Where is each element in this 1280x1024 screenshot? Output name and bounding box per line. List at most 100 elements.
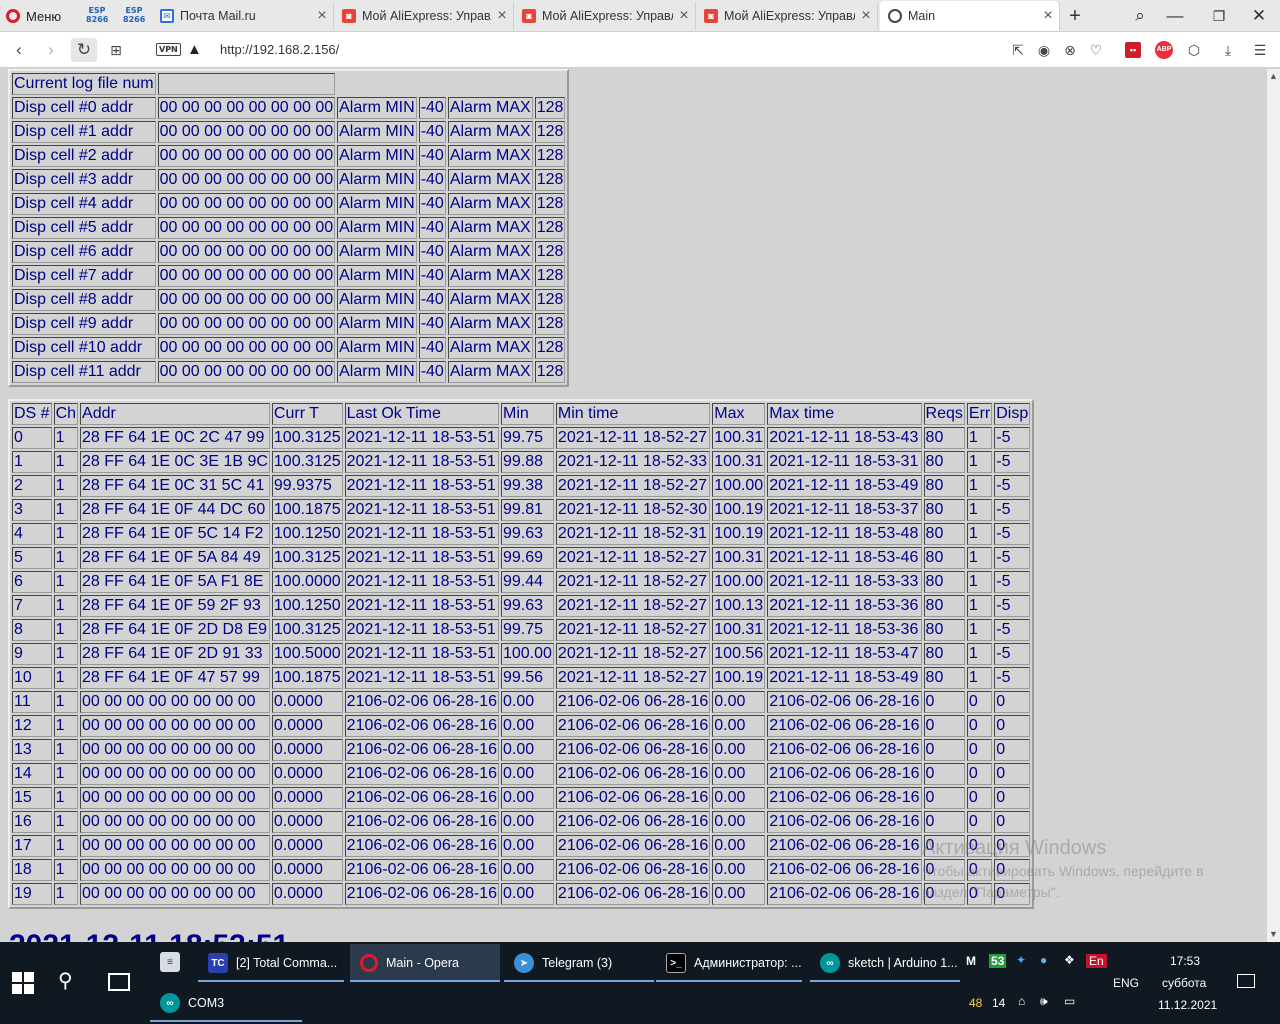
tray-time[interactable]: 17:53 <box>1170 954 1200 968</box>
table-cell: 2021-12-11 18-53-31 <box>767 451 922 473</box>
tray-telegram-icon[interactable]: ● <box>1040 953 1047 967</box>
table-row: 3 1 28 FF 64 1E 0F 44 DC 60 100.1875 2021-12… <box>12 499 1031 521</box>
table-cell: 2106-02-06 06-28-16 <box>767 739 922 761</box>
tray-app-icon[interactable]: M <box>966 954 976 968</box>
table-cell: 2021-12-11 18-52-27 <box>555 571 711 593</box>
taskbar-app-console[interactable]: >_ Администратор: ... <box>656 944 802 982</box>
table-cell: 100.19 <box>712 523 766 545</box>
close-tab-icon[interactable]: × <box>673 7 695 25</box>
tray-date[interactable]: 11.12.2021 <box>1158 998 1217 1012</box>
table-cell: 2106-02-06 06-28-16 <box>555 811 711 833</box>
input-language[interactable]: ENG <box>1113 976 1139 990</box>
close-tab-icon[interactable]: × <box>491 7 513 25</box>
taskbar-app-arduino[interactable]: ∞ sketch | Arduino 1... <box>810 944 960 982</box>
table-cell: 0.00 <box>712 811 766 833</box>
tray-network-icon[interactable]: ✦ <box>1016 953 1026 967</box>
close-tab-icon[interactable]: × <box>311 7 333 25</box>
tab-title: Мой AliExpress: Управл <box>362 9 491 23</box>
table-cell: 99.88 <box>500 451 554 473</box>
scroll-down-icon[interactable]: ▼ <box>1267 929 1280 939</box>
reload-icon[interactable]: ↻ <box>71 38 97 62</box>
url-input[interactable] <box>220 42 980 57</box>
usb-icon[interactable]: ⌂ <box>1018 994 1025 1008</box>
dropbox-icon[interactable]: ❖ <box>1064 953 1075 967</box>
close-tab-icon[interactable]: × <box>855 7 877 25</box>
minimize-icon[interactable]: — <box>1160 4 1190 28</box>
notepad-icon[interactable]: ≡ <box>160 952 180 972</box>
forward-icon[interactable]: › <box>38 38 64 62</box>
table-cell: 2021-12-11 18-53-48 <box>767 523 922 545</box>
task-view-icon[interactable] <box>108 973 130 991</box>
aliexpress-icon: ◙ <box>704 9 718 23</box>
search-tabs-icon[interactable]: ⌕ <box>1125 4 1155 28</box>
table-cell: 17 <box>12 835 52 857</box>
table-cell: 1 <box>966 427 993 449</box>
tab-aliexpress[interactable]: ◙ Мой AliExpress: Управл × <box>514 2 696 30</box>
opera-menu-button[interactable]: Меню <box>6 6 61 26</box>
easy-setup-icon[interactable]: ☰ <box>1250 40 1270 60</box>
alarm-max-value: 128 <box>534 217 566 239</box>
not-secure-warning-icon[interactable]: ▲ <box>187 41 202 58</box>
tray-language-badge[interactable]: En <box>1086 954 1107 968</box>
taskbar-app-total-commander[interactable]: TC [2] Total Comma... <box>198 944 344 982</box>
restore-icon[interactable]: ❐ <box>1204 4 1234 28</box>
taskbar-app-label: sketch | Arduino 1... <box>848 956 958 970</box>
notification-center-icon[interactable] <box>1237 974 1255 988</box>
tray-day[interactable]: суббота <box>1162 976 1206 990</box>
camera-icon[interactable]: ◉ <box>1034 40 1054 60</box>
table-cell: 0 <box>966 739 993 761</box>
taskbar-app-com3[interactable]: ∞ COM3 <box>150 984 302 1022</box>
start-button[interactable] <box>12 972 34 994</box>
tray-counter[interactable]: 53 <box>989 954 1007 968</box>
table-row: 16 1 00 00 00 00 00 00 00 00 0.0000 2106-02-… <box>12 811 1031 833</box>
volume-icon[interactable]: 🕪 <box>1040 994 1048 1009</box>
close-tab-icon[interactable]: × <box>1037 7 1059 25</box>
sensor-table: DS # Ch Addr Curr T Last Ok Time Min Min time M… <box>8 399 1035 909</box>
alarm-min-label: Alarm MIN <box>337 121 417 143</box>
tab-mail[interactable]: ✉ Почта Mail.ru × <box>152 2 334 30</box>
table-row: Current log file num <box>12 73 565 95</box>
table-cell: 0 <box>994 811 1031 833</box>
table-cell: 2021-12-11 18-53-49 <box>767 475 922 497</box>
table-cell: 100.3125 <box>271 547 343 569</box>
tab-main[interactable]: Main × <box>880 1 1060 31</box>
tray-number[interactable]: 14 <box>992 996 1005 1010</box>
page-scrollbar[interactable]: ▲ ▼ <box>1267 69 1280 942</box>
table-cell: 80 <box>923 595 965 617</box>
network-icon[interactable]: ▭ <box>1064 994 1075 1008</box>
disp-cell-label: Disp cell #9 addr <box>12 313 156 335</box>
share-icon[interactable]: ⇱ <box>1008 40 1028 60</box>
back-icon[interactable]: ‹ <box>6 38 32 62</box>
new-tab-button[interactable]: + <box>1060 4 1090 28</box>
heart-icon[interactable]: ♡ <box>1086 40 1106 60</box>
adblock-icon[interactable]: ABP <box>1155 41 1173 59</box>
disp-cell-label: Disp cell #7 addr <box>12 265 156 287</box>
block-icon[interactable]: ⊗ <box>1060 40 1080 60</box>
scroll-up-icon[interactable]: ▲ <box>1267 71 1280 81</box>
disp-cell-addr: 00 00 00 00 00 00 00 00 <box>157 337 336 359</box>
alarm-min-value: -40 <box>418 121 446 143</box>
disp-cell-addr: 00 00 00 00 00 00 00 00 <box>157 145 336 167</box>
tray-number[interactable]: 48 <box>969 996 982 1010</box>
taskbar-app-telegram[interactable]: ➤ Telegram (3) <box>504 944 654 982</box>
table-cell: 0.00 <box>500 787 554 809</box>
esp-speed-dial-icon[interactable]: ESP 8266 <box>123 6 145 26</box>
table-cell: 1 <box>966 547 993 569</box>
cube-icon[interactable]: ⬡ <box>1184 40 1204 60</box>
taskbar-app-opera[interactable]: Main - Opera <box>350 944 500 982</box>
table-cell: 100.3125 <box>271 451 343 473</box>
download-icon[interactable]: ⤓ <box>1218 40 1238 60</box>
page-clock: 2021-12-11 18:53:51 <box>9 929 289 942</box>
tab-aliexpress[interactable]: ◙ Мой AliExpress: Управл × <box>334 2 514 30</box>
tab-aliexpress[interactable]: ◙ Мой AliExpress: Управл × <box>696 2 878 30</box>
table-cell: 0.00 <box>712 859 766 881</box>
table-cell: 0.00 <box>500 859 554 881</box>
table-cell: 00 00 00 00 00 00 00 00 <box>80 739 270 761</box>
close-window-icon[interactable]: ✕ <box>1244 4 1274 28</box>
search-icon[interactable]: ⚲ <box>58 968 73 993</box>
extension-icon[interactable]: ▪▪ <box>1125 42 1141 58</box>
tiles-icon[interactable]: ⊞ <box>103 38 129 62</box>
table-cell: 3 <box>12 499 52 521</box>
vpn-badge[interactable]: VPN <box>156 43 181 56</box>
esp-speed-dial-icon[interactable]: ESP 8266 <box>86 6 108 26</box>
